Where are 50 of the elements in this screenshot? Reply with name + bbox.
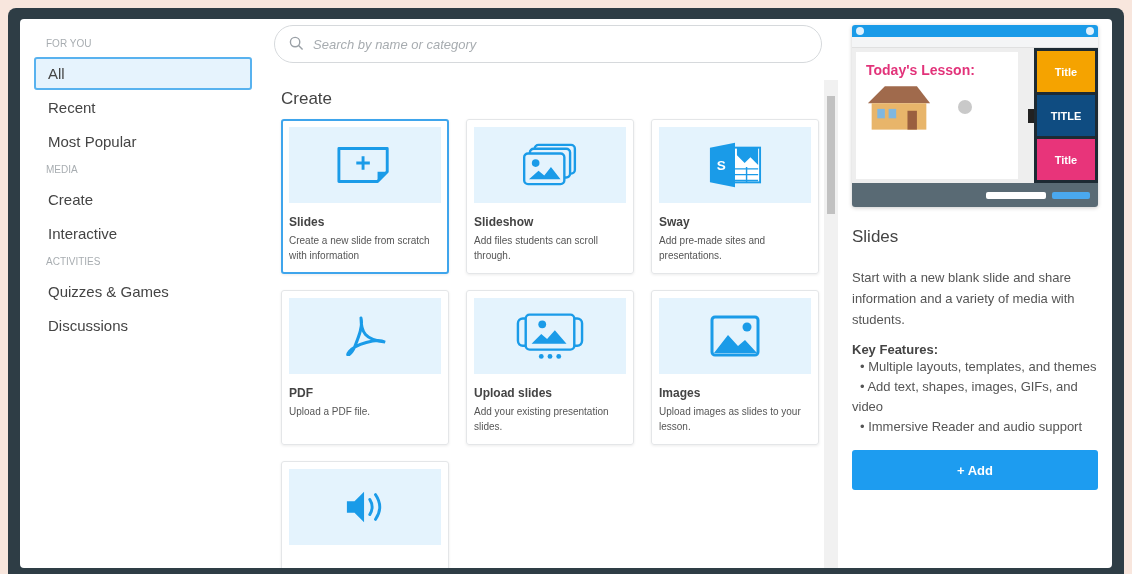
slides-carousel-icon: [516, 312, 584, 360]
logo-icon: [856, 27, 864, 35]
section-heading: ACTIVITIES: [46, 256, 101, 267]
sidebar-item[interactable]: Create: [34, 183, 108, 216]
card-description: Create a new slide from scratch with information: [289, 234, 431, 263]
card-title: Upload slides: [474, 386, 553, 400]
sidebar-item[interactable]: Discussions: [34, 309, 143, 342]
card-title: Slides: [289, 215, 325, 229]
card-title: Images: [659, 386, 701, 400]
layout-thumbnail: Title: [1037, 139, 1095, 180]
section-heading: FOR YOU: [46, 38, 92, 49]
card-description: Add your existing presentation slides.: [474, 405, 610, 434]
input-bar: [986, 191, 1046, 199]
media-card[interactable]: Images Upload images as slides to your lesson.: [651, 290, 819, 445]
slide-title: Today's Lesson:: [866, 62, 975, 78]
features-heading: Key Features:: [852, 342, 938, 357]
card-description: Upload images as slides to your lesson.: [659, 405, 802, 434]
search-field[interactable]: Search by name or category: [274, 25, 822, 63]
media-card[interactable]: S Sway Add pre-made sites and presentations.: [651, 119, 819, 274]
scrollbar[interactable]: [824, 80, 838, 568]
layout-thumbnail: Title: [1037, 51, 1095, 92]
card-title: PDF: [289, 386, 313, 400]
media-card[interactable]: Slideshow Add files students can scroll through.: [466, 119, 634, 274]
card-description: Add files students can scroll through.: [474, 234, 599, 263]
pdf-icon: [343, 316, 387, 356]
feature-item: • Multiple layouts, templates, and themes: [859, 358, 1098, 376]
media-card[interactable]: PDF Upload a PDF file.: [281, 290, 449, 445]
circle-icon: [958, 100, 972, 114]
card-title: Sway: [659, 215, 690, 229]
image-stack-icon: [521, 143, 579, 187]
feature-item: • Immersive Reader and audio support: [859, 418, 1084, 436]
detail-description: Start with a new blank slide and share information and a variety of media with students.: [852, 269, 1076, 329]
sidebar-item[interactable]: All: [34, 57, 252, 90]
profile-icon: [1086, 27, 1094, 35]
sidebar-item[interactable]: Most Popular: [34, 125, 151, 158]
sidebar-item[interactable]: Interactive: [34, 217, 132, 250]
card-description: Upload a PDF file.: [289, 405, 372, 419]
card-description: Add pre-made sites and presentations.: [659, 234, 767, 263]
sidebar-item[interactable]: Recent: [34, 91, 110, 124]
image-icon: [710, 315, 760, 357]
sidebar-item[interactable]: Quizzes & Games: [34, 275, 183, 308]
media-card[interactable]: Upload slides Add your existing presentation slides.: [466, 290, 634, 445]
media-card[interactable]: Slides Create a new slide from scratch with information: [281, 119, 449, 274]
section-heading: MEDIA: [46, 164, 78, 175]
section-title: Create: [281, 89, 333, 109]
card-title: Slideshow: [474, 215, 534, 229]
detail-title: Slides: [852, 227, 899, 247]
feature-item: • Add text, shapes, images, GIFs, and video: [852, 378, 1079, 416]
layout-thumbnail: TITLE: [1037, 95, 1095, 136]
button-bar: [1052, 191, 1090, 199]
